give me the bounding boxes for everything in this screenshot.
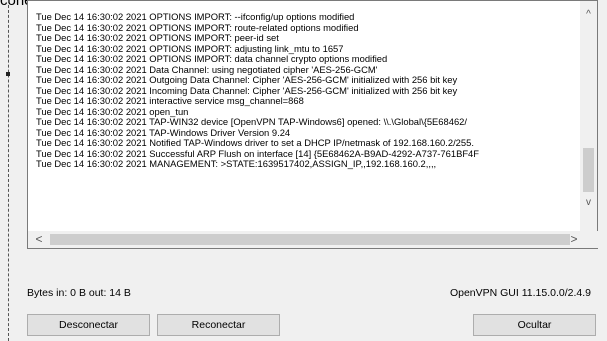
- log-lines: Tue Dec 14 16:30:02 2021 OPTIONS IMPORT:…: [36, 12, 576, 230]
- log-line: Tue Dec 14 16:30:02 2021 Outgoing Data C…: [36, 74, 458, 85]
- vertical-scroll-thumb[interactable]: [583, 148, 594, 192]
- log-textarea[interactable]: Tue Dec 14 16:30:02 2021 OPTIONS IMPORT:…: [27, 0, 599, 249]
- border-mark: [6, 72, 10, 76]
- reconnect-button[interactable]: Reconectar: [157, 314, 280, 336]
- log-line: Tue Dec 14 16:30:02 2021 Notified TAP-Wi…: [36, 137, 474, 148]
- log-line: Tue Dec 14 16:30:02 2021 OPTIONS IMPORT:…: [36, 32, 279, 43]
- log-line: Tue Dec 14 16:30:02 2021 OPTIONS IMPORT:…: [36, 12, 355, 22]
- log-line: Tue Dec 14 16:30:02 2021 MANAGEMENT: >ST…: [36, 158, 437, 169]
- version-label: OpenVPN GUI 11.15.0.0/2.4.9: [449, 287, 591, 299]
- chevron-right-icon[interactable]: >: [567, 232, 581, 247]
- chevron-up-icon[interactable]: ^: [580, 9, 597, 23]
- bytes-status: Bytes in: 0 B out: 14 B: [27, 287, 131, 299]
- log-line: Tue Dec 14 16:30:02 2021 OPTIONS IMPORT:…: [36, 53, 388, 64]
- vertical-scrollbar[interactable]: ^ v: [580, 1, 597, 233]
- window-left-border: [8, 0, 9, 341]
- hide-button[interactable]: Ocultar: [473, 314, 596, 336]
- chevron-left-icon[interactable]: <: [32, 232, 46, 247]
- chevron-down-icon[interactable]: v: [580, 197, 597, 211]
- log-line: Tue Dec 14 16:30:02 2021 TAP-WIN32 devic…: [36, 116, 467, 127]
- disconnect-button[interactable]: Desconectar: [27, 314, 150, 336]
- horizontal-scroll-thumb[interactable]: [50, 234, 570, 245]
- horizontal-scrollbar[interactable]: < >: [28, 231, 599, 248]
- log-line: Tue Dec 14 16:30:02 2021 interactive ser…: [36, 95, 304, 106]
